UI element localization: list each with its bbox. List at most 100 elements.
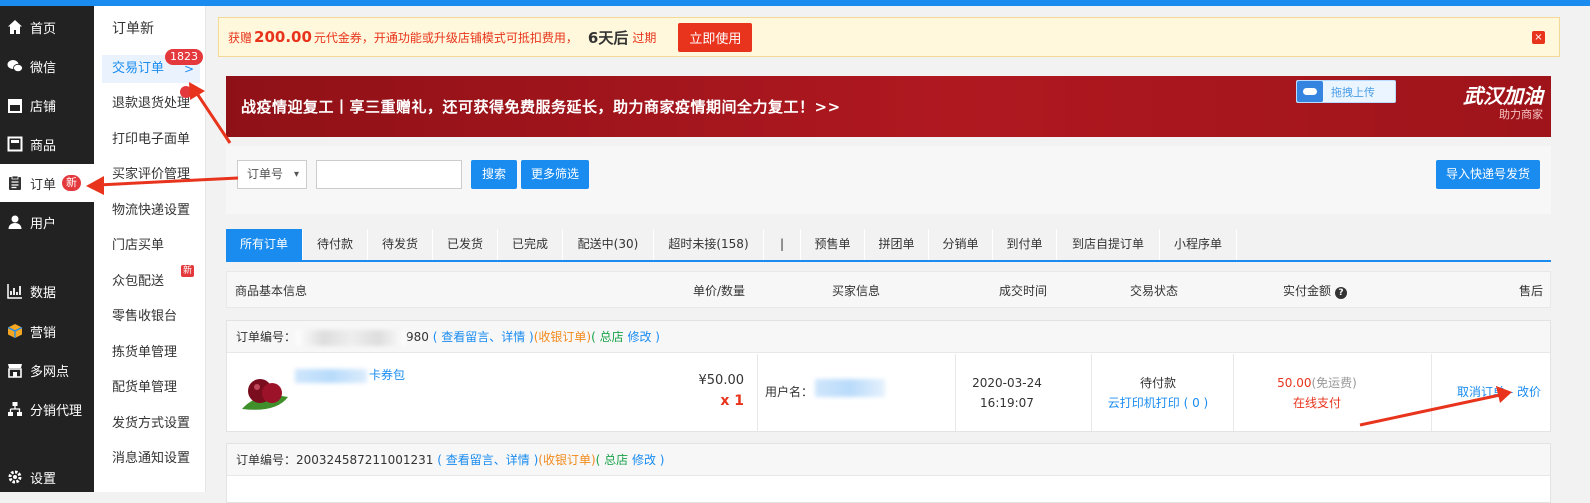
tab-distribution[interactable]: 分销单 <box>929 229 993 260</box>
use-now-button[interactable]: 立即使用 <box>678 22 753 52</box>
nav-multi-site[interactable]: 多网点 <box>0 351 94 389</box>
crowd-delivery-new-badge: 新 <box>181 265 195 277</box>
more-filter-button[interactable]: 更多筛选 <box>521 160 589 189</box>
tab-self-pickup[interactable]: 到店自提订单 <box>1057 229 1160 260</box>
modify-store-link[interactable]: 修改 ) <box>632 453 665 467</box>
trade-order-count-badge: 1823 <box>165 49 203 65</box>
search-input[interactable] <box>316 160 462 189</box>
tab-presale[interactable]: 预售单 <box>801 229 865 260</box>
buyer-name-blurred <box>815 379 885 397</box>
sub-item-pos[interactable]: 零售收银台 <box>102 303 200 331</box>
cloud-print-link[interactable]: 云打印机打印 ( 0 ) <box>1093 393 1223 413</box>
paid-amount: 50.00(免运费) 在线支付 <box>1277 376 1357 410</box>
nav-data[interactable]: 数据 <box>0 272 94 310</box>
sub-item-reviews[interactable]: 买家评价管理 <box>102 161 200 189</box>
tab-group-buy[interactable]: 拼团单 <box>865 229 929 260</box>
banner-text: 战疫情迎复工丨享三重赠礼，还可获得免费服务延长，助力商家疫情期间全力复工！>> <box>241 98 841 116</box>
nav-product[interactable]: 商品 <box>0 125 94 163</box>
tab-all-orders[interactable]: 所有订单 <box>226 229 303 260</box>
nav-home[interactable]: 首页 <box>0 8 94 46</box>
home-icon <box>8 20 22 34</box>
modify-store-link[interactable]: 修改 ) <box>627 330 660 344</box>
nav-wechat[interactable]: 微信 <box>0 47 94 85</box>
cash-order-tag: (收银订单) <box>538 453 596 467</box>
order-no: 200324587211001231 <box>296 453 434 467</box>
help-icon[interactable]: ? <box>1335 287 1348 299</box>
product-name-link[interactable]: 卡券包 <box>369 366 405 383</box>
tab-mini-program[interactable]: 小程序单 <box>1160 229 1237 260</box>
product-thumbnail[interactable] <box>238 371 294 415</box>
order-card: 订单编号：200324587211001231 ( 查看留言、详情 )(收银订单… <box>226 443 1551 503</box>
tab-shipped[interactable]: 已发货 <box>433 229 498 260</box>
tab-separator: | <box>764 229 801 260</box>
tab-pending-payment[interactable]: 待付款 <box>303 229 368 260</box>
sub-item-logistics[interactable]: 物流快递设置 <box>102 197 200 225</box>
tab-cod[interactable]: 到付单 <box>993 229 1057 260</box>
th-price-qty: 单价/数量 <box>693 284 746 298</box>
view-details-link[interactable]: ( 查看留言、详情 ) <box>433 330 534 344</box>
order-header: 订单编号： 980 ( 查看留言、详情 )(收银订单)( 总店 修改 ) <box>227 321 1550 353</box>
deal-time: 2020-03-24 16:19:07 <box>972 376 1042 410</box>
sub-item-shipping-method[interactable]: 发货方式设置 <box>102 410 200 438</box>
order-no-blurred <box>296 329 407 346</box>
main-sidebar: 首页 微信 店铺 商品 订单 新 用户 数据 营销 多网点 分销代理 设置 <box>0 6 94 492</box>
store-tag: ( 总店 <box>595 453 629 467</box>
search-field-select[interactable]: 订单号 <box>237 160 307 189</box>
box-icon <box>7 324 23 338</box>
th-amount: 实付金额? <box>1283 282 1348 299</box>
buyer-label: 用户名： <box>765 385 814 399</box>
nav-settings[interactable]: 设置 <box>0 458 94 496</box>
close-icon[interactable]: × <box>1532 31 1545 44</box>
nav-distribution[interactable]: 分销代理 <box>0 390 94 428</box>
search-button[interactable]: 搜索 <box>471 160 517 189</box>
chart-icon <box>7 284 22 299</box>
network-icon <box>8 402 22 416</box>
sub-item-notifications[interactable]: 消息通知设置 <box>102 445 200 473</box>
order-new-badge: 新 <box>62 175 82 191</box>
cancel-reprice-actions[interactable]: 取消订单 - 改价 <box>1457 383 1541 400</box>
store-tag: ( 总店 <box>591 330 624 344</box>
expire-days: 6天后 <box>587 28 629 47</box>
user-icon <box>8 215 22 229</box>
order-status: 待付款 云打印机打印 ( 0 ) <box>1093 373 1223 413</box>
order-tabs: 所有订单 待付款 待发货 已发货 已完成 配送中(30) 超时未接(158) |… <box>226 229 1551 262</box>
banner-slogan: 武汉加油 助力商家 <box>1463 84 1543 121</box>
sub-item-allocation[interactable]: 配货单管理 <box>102 374 200 402</box>
tab-delivering[interactable]: 配送中(30) <box>563 229 654 260</box>
refund-dot-badge <box>180 86 192 98</box>
order-card: 订单编号： 980 ( 查看留言、详情 )(收银订单)( 总店 修改 ) 卡券包 … <box>226 320 1551 432</box>
tab-completed[interactable]: 已完成 <box>498 229 563 260</box>
sub-nav-title: 订单新 <box>112 21 154 37</box>
promo-banner[interactable]: 战疫情迎复工丨享三重赠礼，还可获得免费服务延长，助力商家疫情期间全力复工！>> … <box>226 76 1551 137</box>
top-accent-bar <box>0 0 1590 6</box>
th-status: 交易状态 <box>1130 284 1179 298</box>
cash-order-tag: (收银订单) <box>533 330 592 344</box>
drag-upload-button[interactable]: 拖拽上传 <box>1296 80 1396 103</box>
import-tracking-button[interactable]: 导入快递号发货 <box>1436 160 1540 189</box>
sub-item-picking[interactable]: 拣货单管理 <box>102 339 200 367</box>
order-sub-sidebar: 订单新 交易订单 > 退款退货处理 打印电子面单 买家评价管理 物流快递设置 门… <box>94 6 206 492</box>
view-details-link[interactable]: ( 查看留言、详情 ) <box>437 453 538 467</box>
voucher-amount: 200.00 <box>254 28 312 46</box>
th-buyer: 买家信息 <box>832 284 881 298</box>
tab-timeout[interactable]: 超时未接(158) <box>654 229 764 260</box>
th-product: 商品基本信息 <box>235 284 308 298</box>
nav-store[interactable]: 店铺 <box>0 86 94 124</box>
sub-item-print-waybill[interactable]: 打印电子面单 <box>102 126 200 154</box>
shop-front-icon <box>8 364 22 378</box>
clipboard-icon <box>9 175 21 190</box>
voucher-notice: 获赠 200.00 元代金券，开通功能或升级店铺模式可抵扣费用， 6天后 过期 … <box>218 17 1560 57</box>
tab-pending-shipment[interactable]: 待发货 <box>368 229 433 260</box>
nav-user[interactable]: 用户 <box>0 203 94 241</box>
product-icon <box>7 136 23 152</box>
order-header: 订单编号：200324587211001231 ( 查看留言、详情 )(收银订单… <box>227 444 1550 476</box>
nav-order[interactable]: 订单 新 <box>0 164 94 202</box>
sub-item-store-pay[interactable]: 门店买单 <box>102 232 200 260</box>
cloud-upload-icon <box>1297 81 1323 102</box>
order-filter-bar: 订单号 搜索 更多筛选 导入快递号发货 <box>226 146 1551 214</box>
nav-marketing[interactable]: 营销 <box>0 312 94 350</box>
table-header: 商品基本信息 单价/数量 买家信息 成交时间 交易状态 实付金额? 售后 <box>226 271 1551 308</box>
th-time: 成交时间 <box>999 284 1048 298</box>
unit-price: ¥50.00 <box>698 373 745 388</box>
product-name-blurred <box>295 369 367 383</box>
